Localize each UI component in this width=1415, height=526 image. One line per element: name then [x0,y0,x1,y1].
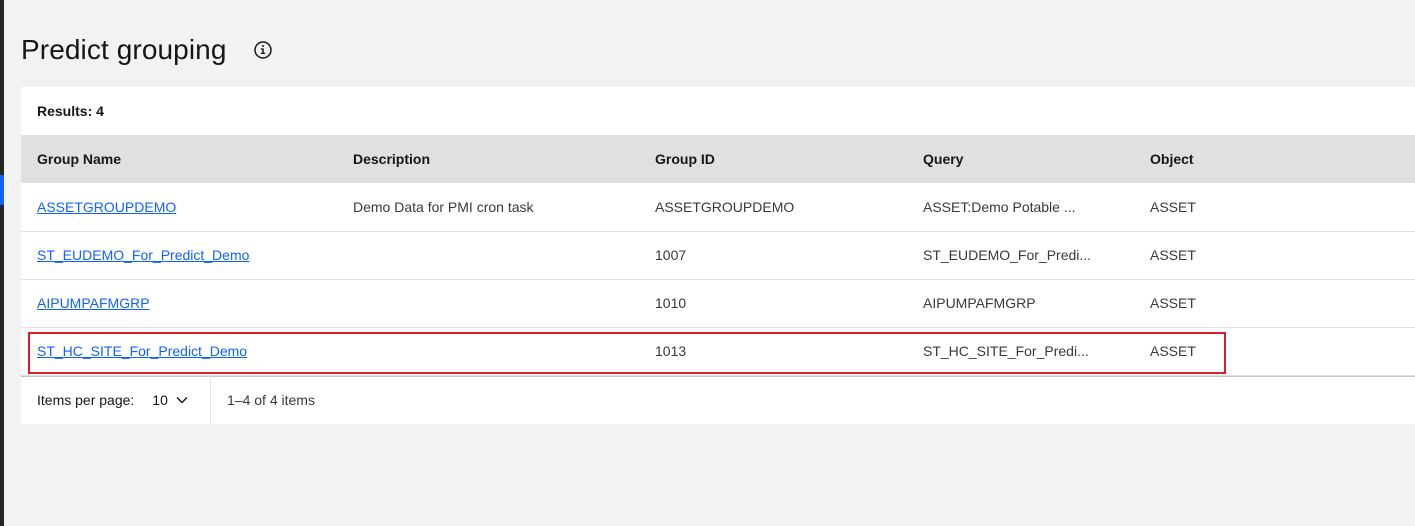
cell-group-id: 1010 [655,295,687,311]
cell-group-id: ASSETGROUPDEMO [655,198,795,215]
cell-description: Demo Data for PMI cron task [353,198,534,215]
table-row[interactable]: ST_EUDEMO_For_Predict_Demo 1007 ST_EUDEM… [21,231,1415,279]
chevron-down-icon [176,396,188,404]
table-row[interactable]: ST_HC_SITE_For_Predict_Demo 1013 ST_HC_S… [21,327,1415,375]
cell-group-id: 1007 [655,247,687,263]
items-per-page-value: 10 [152,392,168,408]
pagination-bar: Items per page: 10 1–4 of 4 items [21,375,1415,424]
column-header-query[interactable]: Query [907,135,1134,183]
cell-object: ASSET [1150,295,1196,311]
cell-object: ASSET [1150,198,1196,215]
items-per-page: Items per page: 10 [21,376,211,424]
pagination-range: 1–4 of 4 items [227,392,315,408]
left-edge-accent [0,175,4,205]
table-row[interactable]: ASSETGROUPDEMO Demo Data for PMI cron ta… [21,183,1415,231]
page-header: Predict grouping [21,34,273,66]
column-header-group-name[interactable]: Group Name [21,135,337,183]
cell-object: ASSET [1150,343,1196,359]
data-table-container: Results: 4 Group Name Description Group … [21,87,1415,424]
group-name-link[interactable]: ST_HC_SITE_For_Predict_Demo [37,343,247,359]
cell-group-id: 1013 [655,343,687,359]
page-title: Predict grouping [21,34,227,65]
cell-query: AIPUMPAFMGRP [923,295,1036,311]
results-count: Results: 4 [37,103,104,119]
data-table: Group Name Description Group ID Query Ob… [21,135,1415,376]
cell-description [337,327,639,375]
items-per-page-label: Items per page: [37,392,135,408]
group-name-link[interactable]: ASSETGROUPDEMO [37,199,176,215]
column-header-description[interactable]: Description [337,135,639,183]
cell-description [337,279,639,327]
cell-query: ST_EUDEMO_For_Predi... [923,247,1092,263]
items-per-page-select[interactable]: 10 [152,392,188,408]
column-header-object[interactable]: Object [1134,135,1415,183]
table-header-row: Group Name Description Group ID Query Ob… [21,135,1415,183]
info-icon[interactable] [253,40,273,60]
group-name-link[interactable]: AIPUMPAFMGRP [37,295,150,311]
cell-query: ASSET:Demo Potable ... [923,198,1076,215]
cell-query: ST_HC_SITE_For_Predi... [923,343,1089,359]
cell-object: ASSET [1150,247,1196,263]
left-edge-bar [0,0,4,526]
table-row[interactable]: AIPUMPAFMGRP 1010 AIPUMPAFMGRP ASSET [21,279,1415,327]
column-header-group-id[interactable]: Group ID [639,135,907,183]
group-name-link[interactable]: ST_EUDEMO_For_Predict_Demo [37,247,249,263]
cell-description [337,231,639,279]
